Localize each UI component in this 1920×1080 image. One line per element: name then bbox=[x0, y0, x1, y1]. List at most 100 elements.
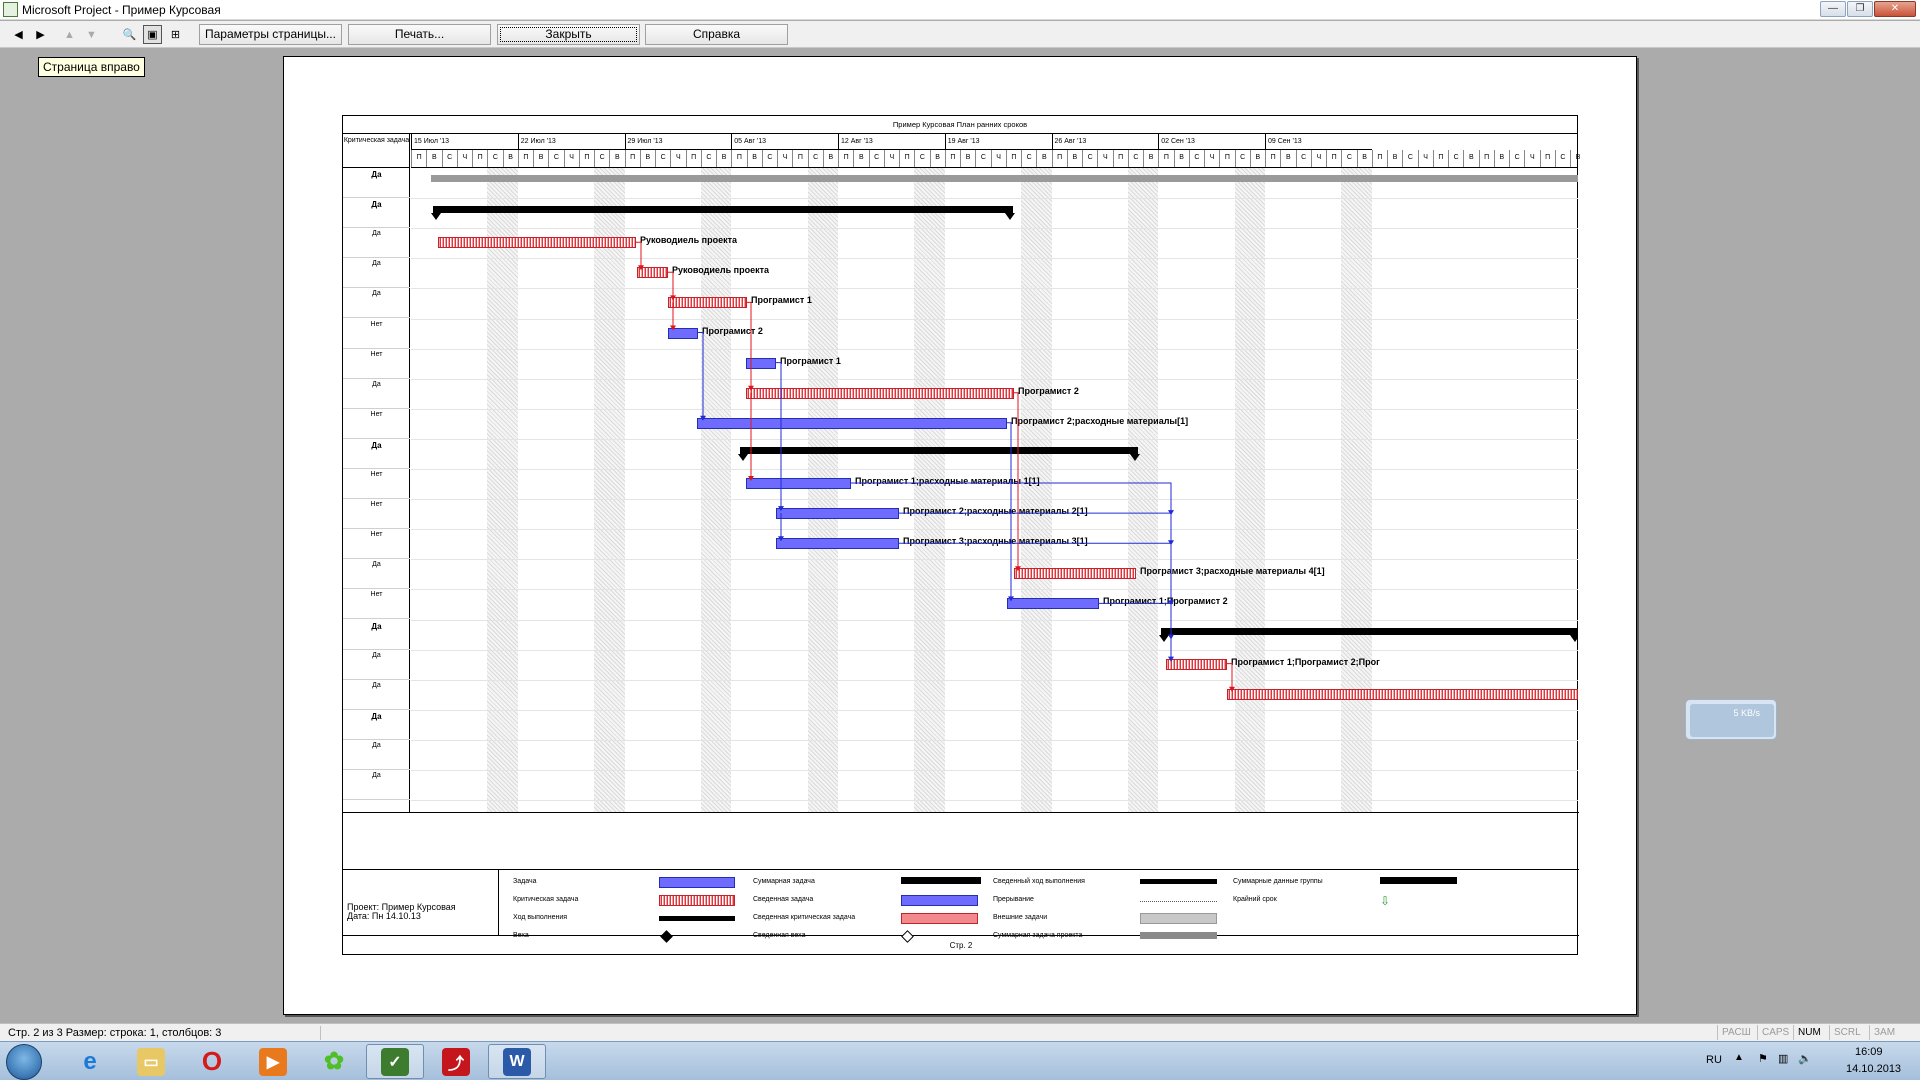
timescale-day: В bbox=[1143, 150, 1158, 167]
deadline-arrow-icon: ⇩ bbox=[1380, 894, 1391, 908]
critical-flag-cell: Нет bbox=[343, 319, 410, 349]
timescale-day: В bbox=[822, 150, 838, 167]
maximize-button[interactable]: ❐ bbox=[1847, 1, 1873, 17]
timescale-week: 02 Сен '13 bbox=[1158, 134, 1265, 150]
gantt-chart: Руководиель проекта Руководиель проекта Пр… bbox=[411, 168, 1578, 812]
timescale-day: П bbox=[1219, 150, 1234, 167]
help-button[interactable]: Справка bbox=[645, 24, 788, 45]
print-button[interactable]: Печать... bbox=[348, 24, 491, 45]
network-meter-widget[interactable]: 5 KB/s bbox=[1685, 699, 1777, 740]
critical-flag-cell: Да bbox=[343, 650, 410, 680]
page-setup-button[interactable]: Параметры страницы... bbox=[199, 24, 342, 45]
minimize-button[interactable]: — bbox=[1820, 1, 1846, 17]
link-arrowhead bbox=[1229, 686, 1235, 692]
critical-flag-cell: Нет bbox=[343, 499, 410, 530]
critical-flag-cell: Нет bbox=[343, 409, 410, 439]
critical-flag-cell: Да bbox=[343, 620, 410, 650]
taskbar-explorer[interactable]: ▭ bbox=[122, 1044, 180, 1079]
timescale-day: В bbox=[853, 150, 868, 167]
timescale-week: 22 Июл '13 bbox=[517, 134, 625, 150]
timescale-day: В bbox=[1249, 150, 1265, 167]
timescale-day: П bbox=[1158, 150, 1173, 167]
timescale-day: С bbox=[548, 150, 563, 167]
page-left-icon[interactable]: ◀ bbox=[9, 25, 28, 44]
taskbar-project[interactable]: ✓ bbox=[366, 1044, 424, 1079]
zoom-icon[interactable]: 🔍 bbox=[120, 25, 139, 44]
legend: Проект: Пример Курсовая Дата: Пн 14.10.1… bbox=[343, 870, 1579, 943]
timescale-day: В bbox=[502, 150, 518, 167]
timescale-day: П bbox=[838, 150, 853, 167]
flag-icon[interactable]: ⚑ bbox=[1758, 1052, 1768, 1065]
critical-flag-cell: Да bbox=[343, 559, 410, 590]
timescale-day: П bbox=[1265, 150, 1280, 167]
legend-external-label: Внешние задачи bbox=[993, 914, 1048, 921]
timescale: 15 Июл '13 22 Июл '13 29 Июл '13 05 Авг '13… bbox=[411, 134, 1580, 168]
page-up-icon[interactable]: ▲ bbox=[60, 25, 79, 44]
indicator-scrl: SCRL bbox=[1829, 1025, 1865, 1040]
page-down-icon[interactable]: ▼ bbox=[82, 25, 101, 44]
critical-flag-cell: Да bbox=[343, 258, 410, 289]
ie-icon: e bbox=[83, 1047, 97, 1075]
legend-rollup-critical-swatch bbox=[901, 913, 978, 924]
network-icon[interactable]: ▥ bbox=[1778, 1052, 1788, 1065]
link-arrowhead bbox=[748, 385, 754, 391]
taskbar: ▭ e O ▶ ✿ ✓ ⤴ W RU ▲ ⚑ ▥ 🔈 16:09 14.10.2… bbox=[0, 1041, 1920, 1080]
timescale-day: Ч bbox=[777, 150, 792, 167]
critical-flag-cell: Да bbox=[343, 379, 410, 409]
taskbar-media-player[interactable]: ▶ bbox=[244, 1044, 302, 1079]
critical-flag-cell: Да bbox=[343, 680, 410, 710]
timescale-day: П bbox=[731, 150, 746, 167]
timescale-day: П bbox=[1478, 150, 1494, 167]
show-hidden-icons-icon[interactable]: ▲ bbox=[1734, 1052, 1744, 1063]
legend-external-swatch bbox=[1140, 913, 1217, 924]
legend-summary-swatch bbox=[901, 877, 981, 884]
taskbar-word[interactable]: W bbox=[488, 1044, 546, 1079]
clock-time[interactable]: 16:09 bbox=[1855, 1046, 1883, 1058]
critical-flag-cell: Да bbox=[343, 228, 410, 259]
timescale-day: С bbox=[1554, 150, 1570, 167]
volume-icon[interactable]: 🔈 bbox=[1798, 1052, 1812, 1065]
clock-date[interactable]: 14.10.2013 bbox=[1846, 1063, 1901, 1075]
page-right-icon[interactable]: ▶ bbox=[31, 25, 50, 44]
indicator-num: NUM bbox=[1793, 1025, 1825, 1040]
timescale-day: В bbox=[1173, 150, 1189, 167]
doc-header: Пример Курсовая План ранних сроков bbox=[343, 116, 1577, 134]
indicator-caps: CAPS bbox=[1757, 1025, 1793, 1040]
project-date: Дата: Пн 14.10.13 bbox=[347, 911, 421, 921]
close-button[interactable]: ✕ bbox=[1874, 1, 1916, 17]
taskbar-ie[interactable]: e bbox=[61, 1044, 119, 1079]
timescale-day: В bbox=[1356, 150, 1372, 167]
timescale-day: С bbox=[594, 150, 609, 167]
opera-icon: O bbox=[201, 1046, 223, 1076]
legend-rollup-task-swatch bbox=[901, 895, 978, 906]
dependency-links bbox=[636, 241, 1235, 692]
timescale-day: Ч bbox=[990, 150, 1006, 167]
taskbar-icq[interactable]: ✿ bbox=[305, 1044, 363, 1079]
legend-split-swatch bbox=[1140, 901, 1217, 902]
dependency-link bbox=[668, 271, 674, 299]
timescale-week: 29 Июл '13 bbox=[624, 134, 732, 150]
taskbar-opera[interactable]: O bbox=[183, 1044, 241, 1079]
legend-deadline-label: Крайний срок bbox=[1233, 896, 1277, 903]
legend-rollup-critical-label: Сведенная критическая задача bbox=[753, 914, 856, 921]
timescale-day: В bbox=[1280, 150, 1295, 167]
project-info: Проект: Пример Курсовая Дата: Пн 14.10.1… bbox=[347, 903, 456, 921]
language-indicator[interactable]: RU bbox=[1706, 1054, 1722, 1066]
link-arrowhead bbox=[638, 265, 644, 271]
page-frame: Пример Курсовая План ранних сроков Крити… bbox=[342, 115, 1580, 955]
legend-summary-label: Суммарная задача bbox=[753, 878, 815, 885]
icq-flower-icon: ✿ bbox=[323, 1048, 345, 1075]
close-preview-button[interactable]: Закрыть bbox=[497, 24, 640, 45]
page-blank-area bbox=[343, 812, 1579, 870]
dependency-link bbox=[698, 332, 704, 419]
start-button[interactable] bbox=[6, 1044, 42, 1080]
one-page-icon[interactable]: ▣ bbox=[143, 25, 162, 44]
legend-progress-label: Ход выполнения bbox=[513, 914, 568, 921]
timescale-week: 15 Июл '13 bbox=[411, 134, 518, 150]
critical-flag-cell: Нет bbox=[343, 469, 410, 499]
timescale-day: В bbox=[746, 150, 762, 167]
legend-progress-swatch bbox=[659, 916, 735, 921]
legend-critical-label: Критическая задача bbox=[513, 896, 579, 903]
taskbar-acrobat[interactable]: ⤴ bbox=[427, 1044, 485, 1079]
multiple-pages-icon[interactable]: ⊞ bbox=[166, 25, 185, 44]
